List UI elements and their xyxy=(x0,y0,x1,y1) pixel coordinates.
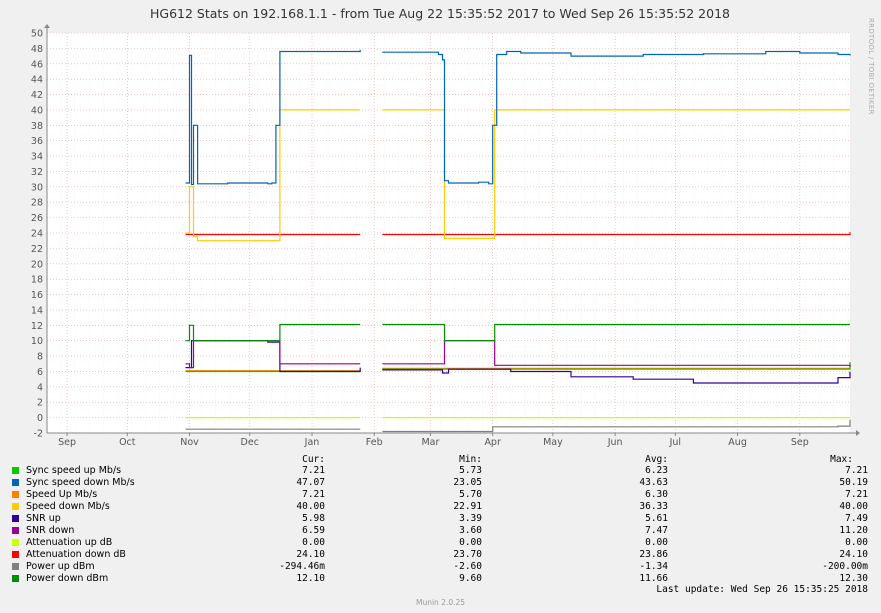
y-tick-label: 8 xyxy=(37,352,43,363)
y-tick-label: 26 xyxy=(31,213,43,224)
rrdtool-watermark: RRDTOOL / TOBI OETIKER xyxy=(867,18,875,115)
y-tick-label: 24 xyxy=(31,229,43,240)
y-tick-label: 42 xyxy=(31,90,43,101)
y-tick-label: 14 xyxy=(31,305,43,316)
x-tick-label: Jan xyxy=(304,437,320,448)
chart: HG612 Stats on 192.168.1.1 - from Tue Au… xyxy=(31,6,860,448)
y-tick-label: 34 xyxy=(31,152,43,163)
y-tick-label: 6 xyxy=(37,367,43,378)
x-axis-arrow xyxy=(856,430,860,436)
y-tick-label: 20 xyxy=(31,259,43,270)
x-tick-label: Jun xyxy=(607,437,623,448)
y-tick-label: 50 xyxy=(31,29,43,40)
y-tick-label: -2 xyxy=(34,429,43,440)
x-tick-label: Nov xyxy=(180,437,199,448)
y-tick-label: 18 xyxy=(31,275,43,286)
y-axis-arrow xyxy=(44,24,50,28)
x-tick-label: Jul xyxy=(669,437,681,448)
y-tick-label: 44 xyxy=(31,75,43,86)
munin-version: Munin 2.0.25 xyxy=(415,598,466,607)
y-tick-label: 40 xyxy=(31,105,43,116)
y-tick-label: 28 xyxy=(31,198,43,209)
y-tick-label: 48 xyxy=(31,44,43,55)
x-tick-label: Mar xyxy=(421,437,439,448)
y-tick-label: 30 xyxy=(31,182,43,193)
x-tick-label: Feb xyxy=(366,437,383,448)
x-tick-label: Oct xyxy=(119,437,136,448)
y-tick-label: 36 xyxy=(31,136,43,147)
y-tick-label: 38 xyxy=(31,121,43,132)
y-tick-label: 10 xyxy=(31,336,43,347)
y-tick-label: 32 xyxy=(31,167,43,178)
x-tick-label: Sep xyxy=(791,437,809,448)
x-tick-label: May xyxy=(543,437,563,448)
y-tick-label: 22 xyxy=(31,244,43,255)
y-tick-label: 4 xyxy=(37,382,43,393)
y-tick-label: 0 xyxy=(37,413,43,424)
y-tick-label: 46 xyxy=(31,59,43,70)
x-tick-label: Dec xyxy=(241,437,259,448)
x-tick-label: Sep xyxy=(58,437,76,448)
y-tick-label: 12 xyxy=(31,321,43,332)
y-tick-label: 2 xyxy=(37,398,43,409)
y-tick-label: 16 xyxy=(31,290,43,301)
x-tick-label: Apr xyxy=(484,437,501,448)
chart-title: HG612 Stats on 192.168.1.1 - from Tue Au… xyxy=(150,6,730,21)
x-tick-label: Aug xyxy=(728,437,747,448)
last-update: Last update: Wed Sep 26 15:35:25 2018 xyxy=(656,584,868,595)
